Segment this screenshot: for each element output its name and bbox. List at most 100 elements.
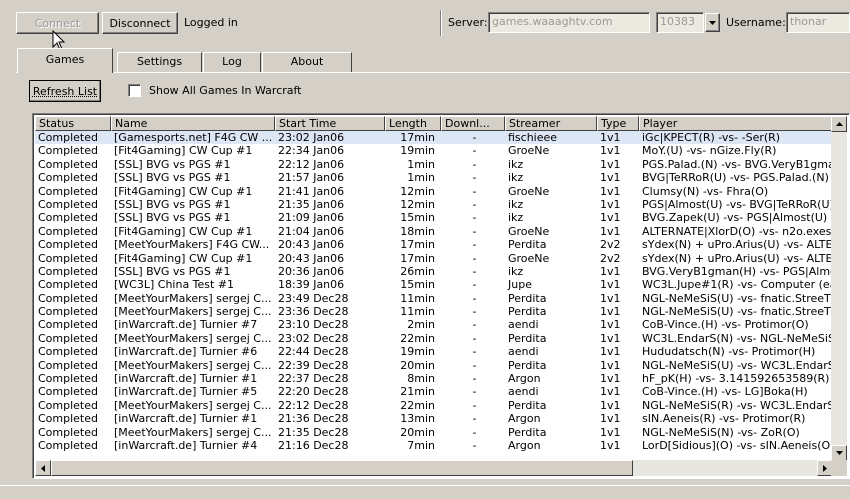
cell-type: 1v1: [600, 224, 621, 238]
table-row[interactable]: Completed [Fit4Gaming] CW Cup #1 21:04 Jan…: [35, 225, 835, 238]
tab-about[interactable]: About: [262, 52, 352, 72]
cell-streamer: GroeNe: [508, 251, 550, 265]
tab-games[interactable]: Games: [17, 48, 113, 73]
cell-streamer: aendi: [508, 385, 539, 399]
show-all-label[interactable]: Show All Games In Warcraft: [149, 84, 302, 97]
table-row[interactable]: Completed [Fit4Gaming] CW Cup #1 21:41 Jan…: [35, 185, 835, 198]
refresh-list-label: Refresh List: [32, 84, 98, 98]
arrow-right-icon: [823, 464, 827, 472]
cell-name: [inWarcraft.de] Turnier #1: [114, 412, 258, 426]
cell-name: [inWarcraft.de] Turnier #5: [114, 385, 258, 399]
arrow-up-icon: [835, 122, 843, 126]
table-row[interactable]: Completed [inWarcraft.de] Turnier #5 22:20…: [35, 385, 835, 398]
cell-player: Hududatsch(N) -vs- Protimor(H): [642, 345, 816, 359]
cell-player: iGc|KPECT(R) -vs- -Ser(R): [642, 131, 781, 144]
show-all-checkbox[interactable]: [128, 84, 141, 97]
table-row[interactable]: Completed [MeetYourMakers] sergej C... 23:…: [35, 305, 835, 318]
horizontal-scrollbar[interactable]: [35, 460, 833, 476]
table-row[interactable]: Completed [MeetYourMakers] F4G CW... 20:43…: [35, 238, 835, 251]
table-row[interactable]: Completed [Fit4Gaming] CW Cup #1 20:43 Jan…: [35, 252, 835, 265]
games-list[interactable]: Status Name Start Time Length Downl... S…: [32, 113, 850, 479]
tab-settings[interactable]: Settings: [117, 52, 202, 72]
table-row[interactable]: Completed [MeetYourMakers] sergej C... 23:…: [35, 292, 835, 305]
username-field[interactable]: thonar: [786, 12, 850, 33]
cell-name: [Fit4Gaming] CW Cup #1: [114, 251, 253, 265]
cell-player: BVG|TeRRoR(U) -vs- PGS.Palad.(N): [642, 171, 829, 185]
table-row[interactable]: Completed [WC3L] China Test #1 18:39 Jan06…: [35, 278, 835, 291]
cell-streamer: fischieee: [508, 131, 558, 144]
column-header-type[interactable]: Type: [597, 116, 639, 131]
cell-status: Completed: [38, 331, 98, 345]
cell-type: 1v1: [600, 171, 621, 185]
table-row[interactable]: Completed [SSL] BVG vs PGS #1 21:09 Jan06 1…: [35, 211, 835, 224]
disconnect-button[interactable]: Disconnect: [102, 12, 178, 34]
cell-streamer: Perdita: [508, 358, 547, 372]
cell-type: 1v1: [600, 358, 621, 372]
cell-start-time: 22:12 Dec28: [278, 398, 349, 412]
cell-download: -: [472, 372, 477, 386]
horizontal-scroll-thumb[interactable]: [51, 460, 633, 476]
cell-start-time: 20:43 Jan06: [278, 238, 345, 252]
server-field[interactable]: games.waaaghtv.com: [488, 12, 650, 33]
cell-type: 1v1: [600, 131, 621, 144]
column-header-download[interactable]: Downl...: [441, 116, 505, 131]
column-header-streamer[interactable]: Streamer: [505, 116, 597, 131]
table-row[interactable]: Completed [inWarcraft.de] Turnier #7 23:10…: [35, 318, 835, 331]
table-row[interactable]: Completed [MeetYourMakers] sergej C... 21:…: [35, 426, 835, 439]
cell-status: Completed: [38, 425, 98, 439]
arrow-down-icon: [835, 451, 843, 455]
table-row[interactable]: Completed [inWarcraft.de] Turnier #4 21:16…: [35, 439, 835, 452]
cell-player: NGL-NeMeSiS(U) -vs- WC3L.EndarS(: [642, 358, 835, 372]
cell-type: 1v1: [600, 144, 621, 158]
cell-length: 19min: [400, 144, 435, 158]
cell-type: 2v2: [600, 251, 621, 265]
scroll-up-button[interactable]: [831, 116, 847, 132]
tab-log[interactable]: Log: [203, 52, 261, 72]
cell-name: [MeetYourMakers] sergej C...: [114, 305, 272, 319]
cell-player: NGL-NeMeSiS(U) -vs- fnatic.StreeT(H: [642, 291, 835, 305]
cell-download: -: [472, 211, 477, 225]
table-row[interactable]: Completed [MeetYourMakers] sergej C... 23:…: [35, 332, 835, 345]
column-header-player[interactable]: Player: [639, 116, 835, 131]
cell-download: -: [472, 184, 477, 198]
cell-length: 17min: [400, 238, 435, 252]
cell-player: sYdex(N) + uPro.Arius(U) -vs- ALTER: [642, 251, 835, 265]
cell-status: Completed: [38, 224, 98, 238]
table-row[interactable]: Completed [inWarcraft.de] Turnier #1 22:37…: [35, 372, 835, 385]
table-row[interactable]: Completed [SSL] BVG vs PGS #1 21:35 Jan06 1…: [35, 198, 835, 211]
cell-name: [MeetYourMakers] F4G CW...: [114, 238, 270, 252]
column-header-name[interactable]: Name: [111, 116, 275, 131]
cell-streamer: ikz: [508, 211, 524, 225]
scroll-left-button[interactable]: [35, 460, 51, 476]
refresh-list-button[interactable]: Refresh List: [29, 80, 101, 102]
table-row[interactable]: Completed [Gamesports.net] F4G CW ... 23:0…: [35, 131, 835, 145]
cell-length: 11min: [400, 291, 435, 305]
cell-type: 1v1: [600, 412, 621, 426]
cell-streamer: Argon: [508, 438, 541, 452]
vertical-scrollbar[interactable]: [831, 116, 847, 461]
cell-player: BVG.Zapek(U) -vs- PGS|Almost(U): [642, 211, 828, 225]
cell-download: -: [472, 425, 477, 439]
cell-start-time: 23:36 Dec28: [278, 305, 349, 319]
table-row[interactable]: Completed [SSL] BVG vs PGS #1 22:12 Jan06 1…: [35, 158, 835, 171]
port-field[interactable]: 10383: [656, 12, 704, 33]
table-row[interactable]: Completed [Fit4Gaming] CW Cup #1 22:34 Jan…: [35, 144, 835, 157]
scroll-down-button[interactable]: [831, 445, 847, 461]
cell-type: 1v1: [600, 157, 621, 171]
table-row[interactable]: Completed [SSL] BVG vs PGS #1 21:57 Jan06 1…: [35, 171, 835, 184]
table-row[interactable]: Completed [MeetYourMakers] sergej C... 22:…: [35, 359, 835, 372]
cell-player: CoB-Vince.(H) -vs- Protimor(O): [642, 318, 809, 332]
table-row[interactable]: Completed [inWarcraft.de] Turnier #1 21:36…: [35, 412, 835, 425]
column-header-status[interactable]: Status: [35, 116, 111, 131]
table-row[interactable]: Completed [MeetYourMakers] sergej C... 22:…: [35, 399, 835, 412]
column-header-length[interactable]: Length: [385, 116, 441, 131]
cell-length: 22min: [400, 398, 435, 412]
cell-player: LorD[Sidious](O) -vs- sIN.Aeneis(O): [642, 438, 835, 452]
cell-player: hF_pK(H) -vs- 3.141592653589(R): [642, 372, 830, 386]
port-dropdown-button[interactable]: [705, 13, 720, 32]
cell-start-time: 23:10 Dec28: [278, 318, 349, 332]
table-row[interactable]: Completed [inWarcraft.de] Turnier #6 22:44…: [35, 345, 835, 358]
table-row[interactable]: Completed [SSL] BVG vs PGS #1 20:36 Jan06 2…: [35, 265, 835, 278]
server-label: Server:: [448, 16, 488, 29]
column-header-start-time[interactable]: Start Time: [275, 116, 385, 131]
